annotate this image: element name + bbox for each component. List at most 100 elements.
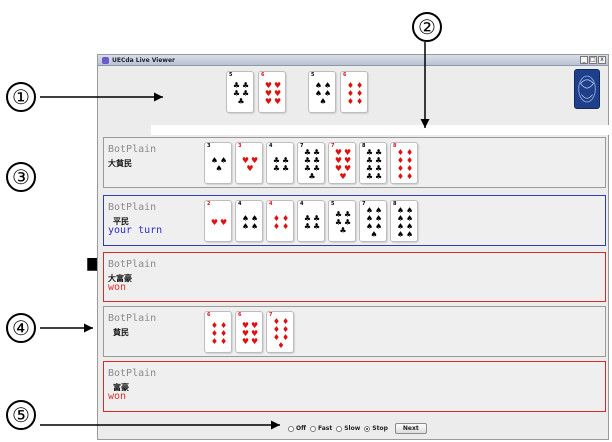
player-name: BotPlain: [108, 202, 157, 213]
suit-icon: ♥: [339, 171, 347, 181]
radio-button[interactable]: [336, 425, 343, 432]
suit-icon: ♦: [356, 96, 364, 106]
card-pips: ♥ ♥ ♥ ♥ ♥ ♥ ♥: [334, 148, 352, 181]
suit-icon: ♠: [370, 229, 378, 239]
playing-card: 5 ♣ ♣ ♣ ♣ ♣: [226, 71, 254, 113]
turn-indicator: your turn: [108, 225, 163, 236]
playing-card: 4 ♣ ♣ ♣ ♣: [297, 200, 325, 242]
maximize-button[interactable]: □: [589, 56, 597, 64]
player-hand: 2 ♥ ♥ 4 ♠ ♠ ♠ ♠ 4 ♦ ♦ ♦ ♦ 4 ♣ ♣ ♣ ♣ 5 ♣ ♣ ♣ ♣ ♣ 7 ♠ ♠ ♠ ♠ ♠ ♠ ♠ 8 ♠ ♠ ♠ ♠ ♠ ♠ ♠…: [204, 200, 421, 242]
card-pips: ♠ ♠ ♠ ♠ ♠: [314, 78, 332, 109]
player-panel: BotPlain 大貧民 3 ♠ ♠ ♠ 3 ♥ ♥ ♥ 4 ♣ ♣ ♣ ♣ 7 ♣ ♣ ♣ ♣ ♣ ♣ ♣ 7 ♥ ♥ ♥ ♥ ♥ ♥ ♥…: [103, 137, 606, 188]
speed-controls: Off Fast Slow Stop Next: [288, 423, 427, 434]
suit-icon: ♦: [272, 221, 280, 231]
card-pips: ♣ ♣ ♣ ♣ ♣ ♣ ♣: [303, 148, 321, 180]
suit-icon: ♣: [365, 171, 373, 181]
suit-icon: ♥: [210, 217, 218, 227]
suit-icon: ♣: [313, 221, 321, 231]
speed-option-label: Fast: [317, 425, 333, 432]
card-pips: ♠ ♠ ♠ ♠: [241, 207, 259, 238]
radio-button[interactable]: [364, 425, 371, 432]
playing-card: 4 ♣ ♣ ♣ ♣: [266, 142, 294, 184]
callout-4: ④: [6, 313, 36, 343]
playing-card: 7 ♠ ♠ ♠ ♠ ♠ ♠ ♠: [359, 200, 387, 242]
close-button[interactable]: x: [598, 56, 606, 64]
playing-card: 8 ♦ ♦ ♦ ♦ ♦ ♦ ♦ ♦: [390, 142, 418, 184]
card-pips: ♠ ♠ ♠: [210, 149, 228, 180]
playing-card: 8 ♣ ♣ ♣ ♣ ♣ ♣ ♣ ♣: [359, 142, 387, 184]
suit-icon: ♥: [241, 336, 249, 346]
suit-icon: ♦: [210, 336, 218, 346]
suit-icon: ♦: [396, 171, 404, 181]
card-pips: ♥ ♥ ♥: [241, 149, 259, 180]
card-pips: ♠ ♠ ♠ ♠ ♠ ♠ ♠ ♠: [396, 206, 414, 239]
playing-card: 2 ♥ ♥: [204, 200, 232, 242]
player-panel: BotPlain 貧民 6 ♦ ♦ ♦ ♦ ♦ ♦ 6 ♥ ♥ ♥ ♥ ♥ ♥ 7 ♦ ♦ ♦ ♦ ♦ ♦ ♦: [103, 306, 606, 357]
suit-icon: ♥: [251, 336, 259, 346]
suit-icon: ♣: [272, 163, 280, 173]
field-divider: [151, 125, 609, 135]
card-pips: ♣ ♣ ♣ ♣ ♣ ♣ ♣ ♣: [365, 148, 383, 181]
suit-icon: ♦: [406, 171, 414, 181]
card-pips: ♦ ♦ ♦ ♦ ♦ ♦: [210, 318, 228, 349]
suit-icon: ♦: [346, 96, 354, 106]
card-pips: ♦ ♦ ♦ ♦ ♦ ♦ ♦ ♦: [396, 148, 414, 181]
suit-icon: ♣: [282, 163, 290, 173]
playing-card: 5 ♣ ♣ ♣ ♣ ♣: [328, 200, 356, 242]
player-rank: 貧民: [113, 328, 129, 337]
won-label: won: [108, 282, 127, 293]
card-pips: ♣ ♣ ♣ ♣ ♣: [334, 207, 352, 238]
playing-card: 3 ♥ ♥ ♥: [235, 142, 263, 184]
player-name: BotPlain: [108, 368, 157, 379]
speed-option-fast[interactable]: Fast: [309, 425, 333, 432]
card-pips: ♣ ♣ ♣ ♣: [272, 149, 290, 180]
suit-icon: ♦: [282, 221, 290, 231]
minimize-button[interactable]: _: [580, 56, 588, 64]
next-button[interactable]: Next: [394, 423, 427, 434]
player-name: BotPlain: [108, 259, 157, 270]
playing-card: 6 ♦ ♦ ♦ ♦ ♦ ♦: [340, 71, 368, 113]
suit-icon: ♥: [274, 96, 282, 106]
speed-option-label: Off: [296, 425, 306, 432]
playing-card: 6 ♦ ♦ ♦ ♦ ♦ ♦: [204, 311, 232, 353]
playing-card: 5 ♠ ♠ ♠ ♠ ♠: [308, 71, 336, 113]
window-controls: _ □ x: [580, 56, 608, 64]
player-name: BotPlain: [108, 313, 157, 324]
playing-card: 4 ♦ ♦ ♦ ♦: [266, 200, 294, 242]
suit-icon: ♣: [375, 171, 383, 181]
card-pips: ♣ ♣ ♣ ♣: [303, 207, 321, 238]
suit-icon: ♣: [237, 96, 245, 106]
playing-card: 7 ♥ ♥ ♥ ♥ ♥ ♥ ♥: [328, 142, 356, 184]
playing-card: 6 ♥ ♥ ♥ ♥ ♥ ♥: [258, 71, 286, 113]
player-panel: BotPlain 富豪 won: [103, 361, 606, 412]
app-icon: [102, 56, 109, 64]
speed-option-off[interactable]: Off: [288, 425, 306, 432]
suit-icon: ♥: [246, 163, 254, 173]
playing-card: 7 ♦ ♦ ♦ ♦ ♦ ♦ ♦: [266, 311, 294, 353]
suit-icon: ♠: [251, 221, 259, 231]
callout-3: ③: [6, 162, 36, 192]
radio-button[interactable]: [288, 425, 294, 432]
suit-icon: ♠: [319, 96, 327, 106]
player-panel: BotPlain 平民 your turn 2 ♥ ♥ 4 ♠ ♠ ♠ ♠ 4 ♦ ♦ ♦ ♦ 4 ♣ ♣ ♣ ♣ 5 ♣ ♣…: [103, 195, 606, 246]
suit-icon: ♠: [215, 163, 223, 173]
playing-card: 7 ♣ ♣ ♣ ♣ ♣ ♣ ♣: [297, 142, 325, 184]
speed-option-label: Slow: [344, 425, 361, 432]
speed-option-slow[interactable]: Slow: [336, 425, 360, 432]
playing-card: 4 ♠ ♠ ♠ ♠: [235, 200, 263, 242]
suit-icon: ♠: [241, 221, 249, 231]
speed-option-label: Stop: [372, 425, 388, 432]
radio-button[interactable]: [309, 425, 316, 432]
title-bar: UECda Live Viewer _ □ x: [98, 55, 608, 66]
card-pips: ♥ ♥: [210, 207, 228, 238]
suit-icon: ♣: [303, 221, 311, 231]
playing-card: 8 ♠ ♠ ♠ ♠ ♠ ♠ ♠ ♠: [390, 200, 418, 242]
card-pips: ♣ ♣ ♣ ♣ ♣: [232, 78, 250, 109]
card-pips: ♥ ♥ ♥ ♥ ♥ ♥: [241, 318, 259, 349]
playing-card: 6 ♥ ♥ ♥ ♥ ♥ ♥: [235, 311, 263, 353]
window-title: UECda Live Viewer: [112, 56, 175, 64]
suit-icon: ♦: [277, 340, 285, 350]
won-label: won: [108, 391, 127, 402]
suit-icon: ♠: [396, 229, 404, 239]
speed-option-stop[interactable]: Stop: [364, 425, 388, 432]
